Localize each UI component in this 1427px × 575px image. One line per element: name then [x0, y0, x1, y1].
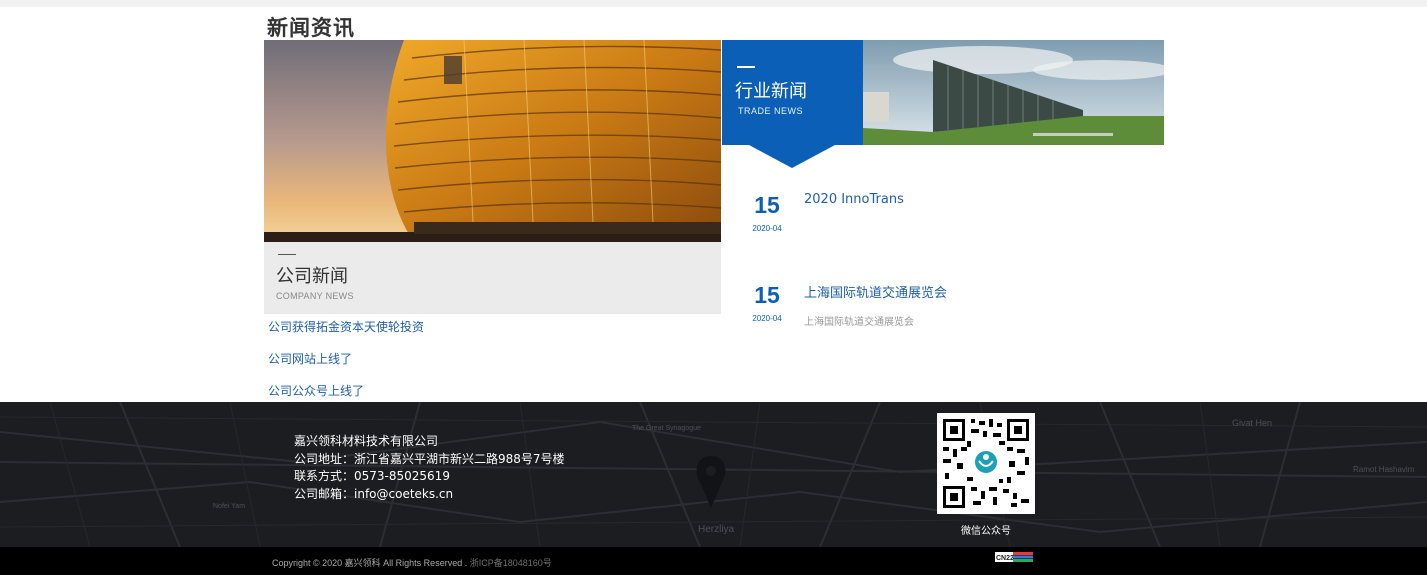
- news-title-link[interactable]: 2020 InnoTrans: [804, 192, 904, 207]
- company-news-link[interactable]: 公司获得拓金资本天使轮投资: [268, 318, 424, 350]
- map-background: The Great Synagogue Givat Hen Ramot Hash…: [0, 402, 1427, 547]
- news-day: 15: [754, 282, 780, 308]
- company-email[interactable]: 公司邮箱：info@coeteks.cn: [294, 486, 565, 504]
- news-summary: 上海国际轨道交通展览会: [804, 317, 914, 328]
- contact-info: 嘉兴领科材料技术有限公司 公司地址：浙江省嘉兴平湖市新兴二路988号7号楼 联系…: [294, 433, 565, 503]
- qr-caption: 微信公众号: [961, 526, 1011, 537]
- company-news-link[interactable]: 公司网站上线了: [268, 350, 424, 382]
- top-strip: [0, 0, 1427, 7]
- footer: The Great Synagogue Givat Hen Ramot Hash…: [0, 402, 1427, 547]
- title-dash: [278, 254, 296, 255]
- industry-news-image[interactable]: [863, 40, 1164, 145]
- company-news-image[interactable]: [264, 40, 721, 242]
- industry-news-subtitle: TRADE NEWS: [738, 106, 804, 116]
- news-date: 2020-04: [752, 224, 782, 233]
- company-news-title: 公司新闻: [276, 266, 348, 287]
- industry-news-header: 行业新闻 TRADE NEWS: [722, 40, 863, 145]
- news-item[interactable]: 15 2020-04 上海国际轨道交通展览会 上海国际轨道交通展览会: [745, 282, 1165, 342]
- map-label: Ramot Hashavim: [1353, 465, 1415, 474]
- news-date: 2020-04: [752, 314, 782, 323]
- map-label: Herzliya: [698, 524, 735, 535]
- company-news-subtitle: COMPANY NEWS: [276, 291, 354, 301]
- svg-text:CN22: CN22: [996, 555, 1014, 562]
- company-phone: 联系方式：0573-85025619: [294, 469, 450, 483]
- news-title-link[interactable]: 上海国际轨道交通展览会: [804, 282, 947, 301]
- icp-link[interactable]: 浙ICP备18048160号: [470, 558, 552, 568]
- copyright-bar: Copyright © 2020 嘉兴领科 All Rights Reserve…: [0, 547, 1427, 575]
- section-title: 新闻资讯: [267, 16, 355, 40]
- company-address: 公司地址：浙江省嘉兴平湖市新兴二路988号7号楼: [294, 451, 565, 466]
- company-news-list: 公司获得拓金资本天使轮投资 公司网站上线了 公司公众号上线了: [268, 318, 424, 414]
- map-label: Givat Hen: [1232, 418, 1272, 428]
- news-item[interactable]: 15 2020-04 2020 InnoTrans: [745, 192, 1165, 252]
- title-dash: [737, 66, 755, 68]
- news-day: 15: [754, 192, 780, 218]
- company-name: 嘉兴领科材料技术有限公司: [294, 434, 439, 448]
- copyright-notice: Copyright © 2020 嘉兴领科 All Rights Reserve…: [272, 558, 468, 568]
- industry-news-title: 行业新闻: [735, 81, 807, 102]
- wechat-qr-code: [937, 413, 1035, 514]
- copyright-text: Copyright © 2020 嘉兴领科 All Rights Reserve…: [272, 556, 552, 569]
- cnzz-badge-icon[interactable]: CN22: [995, 552, 1033, 562]
- down-arrow-icon: [749, 145, 835, 168]
- map-label: Nofei Yam: [213, 503, 245, 510]
- map-label: The Great Synagogue: [632, 425, 701, 432]
- company-news-header: 公司新闻 COMPANY NEWS: [264, 242, 721, 314]
